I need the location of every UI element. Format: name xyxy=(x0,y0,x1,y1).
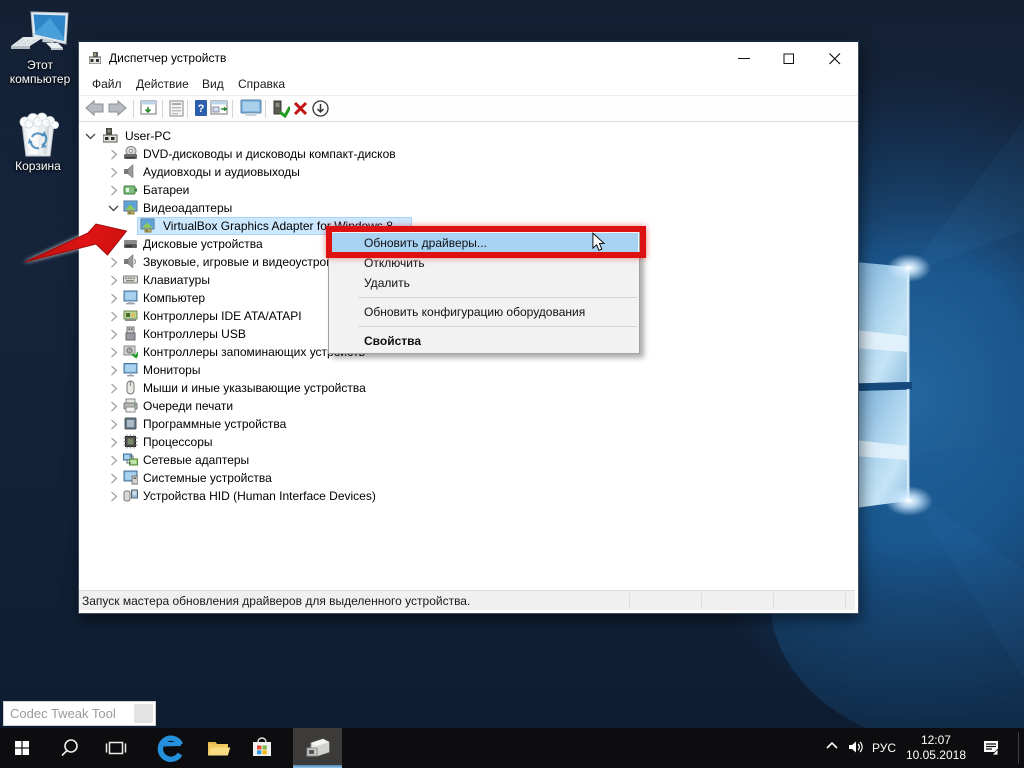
svg-text:?: ? xyxy=(198,103,205,115)
